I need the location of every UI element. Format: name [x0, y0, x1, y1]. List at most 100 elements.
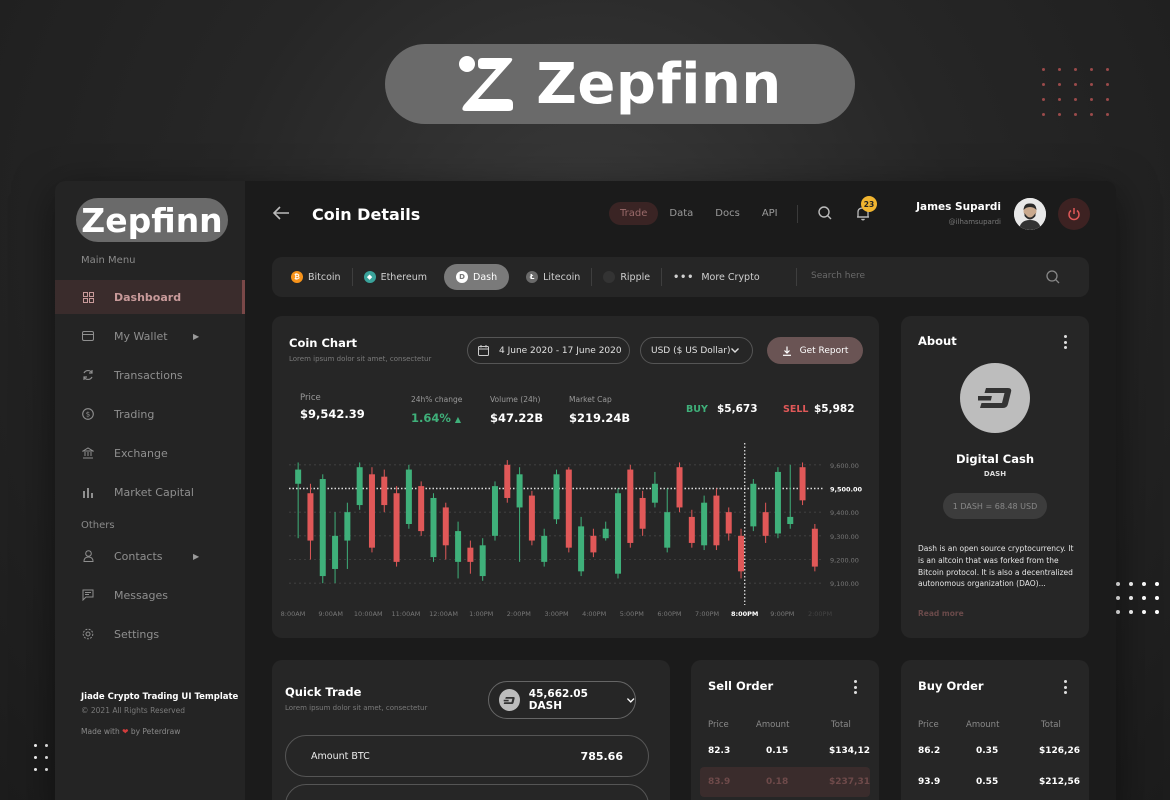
sidebar-item-my-wallet[interactable]: My Wallet ▶ — [55, 319, 245, 353]
footer-made-suffix: by Peterdraw — [130, 727, 181, 736]
coin-full-name: Digital Cash — [955, 452, 1035, 466]
sidebar-item-messages[interactable]: Messages — [55, 578, 245, 612]
table-row[interactable]: 93.9 0.55 $212,56 — [901, 767, 1089, 797]
x-tick-label: 11:00AM — [392, 610, 421, 618]
decor-dots-top-right — [1042, 68, 1109, 116]
candle-body — [295, 469, 302, 484]
cell-amount: 0.15 — [766, 746, 789, 756]
sidebar-item-dashboard[interactable]: Dashboard — [55, 280, 245, 314]
nav-api[interactable]: API — [751, 202, 789, 225]
table-row[interactable]: 83.9 0.18 $237,31 — [700, 767, 870, 797]
sidebar-item-contacts[interactable]: Contacts ▶ — [55, 539, 245, 573]
coin-tab-dash[interactable]: D Dash — [444, 264, 510, 290]
coin-description: Dash is an open source cryptocurrency. I… — [918, 544, 1074, 589]
candle-body — [405, 469, 412, 524]
cell-price: 86.2 — [918, 746, 941, 756]
power-icon — [1068, 208, 1080, 221]
search-icon[interactable] — [1045, 269, 1061, 285]
x-tick-label: 9:00AM — [318, 610, 343, 618]
app-window: Zepfinn Main Menu Dashboard My Wallet ▶ … — [55, 181, 1116, 800]
sidebar-item-transactions[interactable]: Transactions — [55, 358, 245, 392]
sidebar-item-trading[interactable]: $ Trading — [55, 397, 245, 431]
coin-selector-bar: ₿ Bitcoin ◆ Ethereum D Dash Ł Litecoin R… — [272, 257, 1089, 297]
amount-secondary-field[interactable] — [285, 784, 649, 800]
col-price-header: Price — [918, 720, 939, 730]
gear-icon — [82, 628, 94, 640]
power-button[interactable] — [1058, 198, 1090, 230]
x-tick-label: 1:00PM — [469, 610, 493, 618]
top-bar: Coin Details Trade Data Docs API 23 Jame… — [245, 181, 1116, 247]
candle-body — [615, 493, 622, 574]
search-icon[interactable] — [817, 205, 833, 221]
sidebar-item-exchange[interactable]: Exchange — [55, 436, 245, 470]
sidebar-item-settings[interactable]: Settings — [55, 617, 245, 651]
coin-chart-card: Coin Chart Lorem ipsum dolor sit amet, c… — [272, 316, 879, 638]
candle-body — [774, 471, 781, 534]
read-more-link[interactable]: Read more — [918, 609, 964, 618]
nav-trade[interactable]: Trade — [609, 202, 659, 225]
candle-body — [701, 502, 708, 546]
sidebar-logo[interactable]: Zepfinn — [76, 198, 228, 242]
buy-order-title: Buy Order — [918, 679, 984, 693]
table-row[interactable]: 82.3 0.15 $134,12 — [691, 736, 879, 766]
candle-body — [676, 467, 683, 508]
refresh-icon — [82, 369, 94, 381]
cell-total: $237,31 — [829, 777, 870, 787]
coin-label: Bitcoin — [308, 271, 341, 283]
candle-body — [455, 531, 462, 562]
amount-btc-field[interactable]: Amount BTC 785.66 — [285, 735, 649, 777]
candle-body — [762, 512, 769, 536]
about-title: About — [918, 334, 957, 348]
coin-tab-bitcoin[interactable]: ₿ Bitcoin — [280, 264, 352, 290]
coin-label: Ripple — [620, 271, 651, 283]
candle-body — [319, 479, 326, 577]
sidebar-item-label: Contacts — [114, 549, 163, 563]
x-tick-label: 2:00PM — [808, 610, 832, 618]
dash-icon — [499, 689, 520, 711]
candle-body — [541, 535, 548, 562]
more-vertical-icon[interactable] — [1060, 335, 1070, 349]
coin-tab-ethereum[interactable]: ◆ Ethereum — [353, 264, 438, 290]
coin-tab-litecoin[interactable]: Ł Litecoin — [515, 264, 591, 290]
candle-body — [639, 497, 646, 529]
sidebar-item-market-capital[interactable]: Market Capital — [55, 475, 245, 509]
table-row[interactable]: 86.2 0.35 $126,26 — [901, 736, 1089, 766]
x-tick-label: 6:00PM — [657, 610, 681, 618]
quick-trade-subtitle: Lorem ipsum dolor sit amet, consectetur — [285, 704, 428, 712]
user-name: James Supardi — [916, 201, 1001, 213]
back-arrow-icon[interactable] — [271, 203, 291, 223]
y-tick-label: 9,200.00 — [830, 557, 859, 565]
footer-title: Jiade Crypto Trading UI Template — [81, 692, 239, 702]
more-crypto-button[interactable]: ••• More Crypto — [662, 264, 771, 290]
x-tick-label: 7:00PM — [695, 610, 719, 618]
candle-body — [491, 486, 498, 536]
more-vertical-icon[interactable] — [850, 680, 860, 694]
chevron-down-icon — [626, 698, 635, 703]
sidebar-item-label: Transactions — [114, 368, 183, 382]
candle-body — [307, 493, 314, 541]
bitcoin-icon: ₿ — [291, 271, 303, 283]
nav-data[interactable]: Data — [658, 202, 704, 225]
balance-selector[interactable]: 45,662.05 DASH — [488, 681, 636, 719]
exchange-rate-badge: 1 DASH = 68.48 USD — [943, 493, 1047, 519]
footer-made-prefix: Made with — [81, 727, 120, 736]
bar-chart-icon — [82, 486, 94, 498]
nav-docs[interactable]: Docs — [704, 202, 751, 225]
bank-icon — [82, 447, 94, 459]
coin-search-input[interactable]: Search here — [811, 271, 865, 281]
sell-order-card: Sell Order Price Amount Total 82.3 0.15 … — [691, 660, 879, 800]
quick-trade-title: Quick Trade — [285, 685, 362, 699]
ethereum-icon: ◆ — [363, 271, 376, 283]
candle-body — [553, 474, 560, 520]
more-vertical-icon[interactable] — [1060, 680, 1070, 694]
amount-value: 785.66 — [580, 749, 623, 763]
candle-body — [799, 467, 806, 501]
coin-tab-ripple[interactable]: Ripple — [592, 264, 661, 290]
sidebar: Zepfinn Main Menu Dashboard My Wallet ▶ … — [55, 181, 245, 800]
svg-text:$: $ — [86, 411, 90, 419]
x-tick-label: 3:00PM — [544, 610, 568, 618]
avatar[interactable] — [1014, 198, 1046, 230]
cell-total: $212,56 — [1039, 777, 1080, 787]
candle-body — [516, 474, 523, 508]
candle-body — [467, 547, 474, 562]
